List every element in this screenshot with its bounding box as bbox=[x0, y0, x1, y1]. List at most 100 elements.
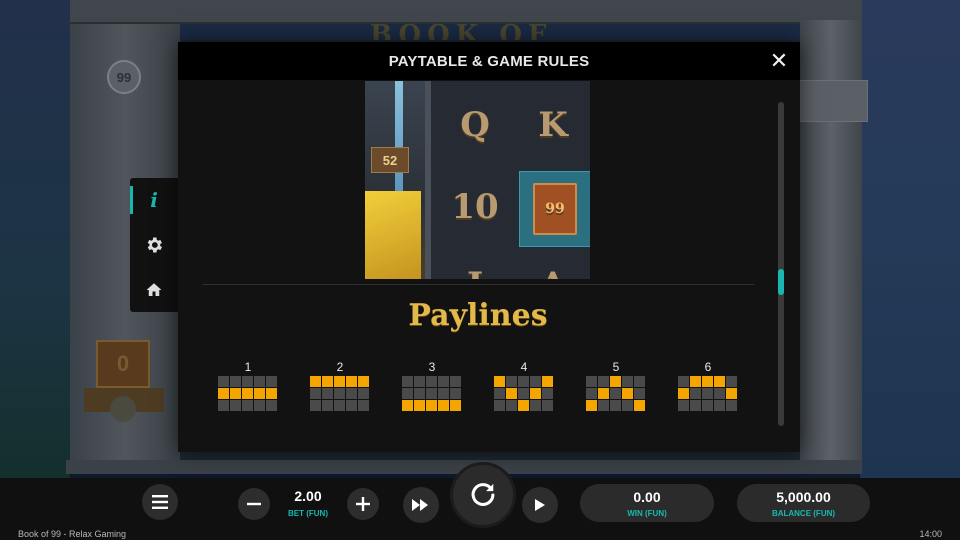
spin-button[interactable] bbox=[450, 462, 516, 528]
payline-cell bbox=[310, 388, 321, 399]
scrollbar[interactable] bbox=[778, 102, 784, 426]
right-pillar bbox=[796, 20, 868, 470]
payline-cell bbox=[218, 400, 229, 411]
payline-3: 3 bbox=[402, 360, 462, 411]
hamburger-icon bbox=[152, 495, 168, 509]
menu-button[interactable] bbox=[142, 484, 178, 520]
clock: 14:00 bbox=[919, 529, 942, 539]
boat-multiplier: 52 bbox=[371, 147, 409, 173]
payline-pattern bbox=[402, 376, 462, 411]
payline-cell-active bbox=[218, 388, 229, 399]
close-icon: ✕ bbox=[769, 48, 789, 73]
payline-5: 5 bbox=[586, 360, 646, 411]
payline-cell bbox=[310, 400, 321, 411]
payline-cell bbox=[450, 376, 461, 387]
payline-cell bbox=[726, 376, 737, 387]
payline-cell-active bbox=[438, 400, 449, 411]
win-label: WIN (FUN) bbox=[627, 509, 667, 518]
symbol-k: K bbox=[538, 105, 568, 145]
collect-counter: 0 bbox=[96, 340, 150, 388]
payline-cell bbox=[610, 388, 621, 399]
payline-cell-active bbox=[634, 400, 645, 411]
side-menu-info[interactable]: i bbox=[130, 178, 178, 222]
book-symbol: 99 bbox=[519, 171, 590, 247]
payline-cell bbox=[634, 376, 645, 387]
payline-cell-active bbox=[518, 400, 529, 411]
payline-cell bbox=[598, 376, 609, 387]
fast-forward-icon bbox=[412, 499, 428, 511]
autoplay-button[interactable] bbox=[522, 487, 558, 523]
payline-cell-active bbox=[622, 388, 633, 399]
payline-pattern bbox=[678, 376, 738, 411]
decrease-bet-button[interactable] bbox=[238, 488, 270, 520]
payline-cell bbox=[322, 400, 333, 411]
payline-cell-active bbox=[598, 388, 609, 399]
side-menu-home[interactable] bbox=[130, 268, 178, 312]
payline-cell-active bbox=[690, 376, 701, 387]
win-display: 0.00 WIN (FUN) bbox=[580, 484, 714, 522]
book-icon: 99 bbox=[533, 183, 577, 235]
paytable-modal: PAYTABLE & GAME RULES ✕ 52 Q K 10 99 J A… bbox=[178, 42, 800, 452]
payline-cell-active bbox=[530, 388, 541, 399]
payline-cell-active bbox=[254, 388, 265, 399]
scrollbar-thumb[interactable] bbox=[778, 269, 784, 295]
bottom-control-bar: 2.00 BET (FUN) 0.00 WIN (FUN) 5,000.00 B… bbox=[0, 462, 960, 540]
payline-cell-active bbox=[494, 376, 505, 387]
payline-cell bbox=[414, 376, 425, 387]
payline-cell bbox=[402, 388, 413, 399]
game-name-footer: Book of 99 - Relax Gaming bbox=[18, 529, 127, 539]
balance-value: 5,000.00 bbox=[776, 489, 831, 505]
payline-number: 6 bbox=[704, 360, 712, 374]
play-icon bbox=[535, 499, 545, 511]
payline-1: 1 bbox=[218, 360, 278, 411]
payline-cell bbox=[610, 400, 621, 411]
payline-cell bbox=[518, 388, 529, 399]
payline-6: 6 bbox=[678, 360, 738, 411]
game-logo: BOOK OF 99 bbox=[370, 20, 553, 42]
payline-pattern bbox=[218, 376, 278, 411]
payline-number: 3 bbox=[428, 360, 436, 374]
payline-cell bbox=[586, 376, 597, 387]
preview-symbol-grid: Q K 10 99 J A bbox=[431, 81, 590, 279]
payline-cell bbox=[586, 388, 597, 399]
payline-cell bbox=[426, 388, 437, 399]
payline-cell bbox=[254, 400, 265, 411]
payline-cell bbox=[254, 376, 265, 387]
increase-bet-button[interactable] bbox=[347, 488, 379, 520]
payline-pattern bbox=[586, 376, 646, 411]
payline-cell bbox=[634, 388, 645, 399]
payline-cell bbox=[230, 376, 241, 387]
payline-cell-active bbox=[426, 400, 437, 411]
payline-cell bbox=[678, 400, 689, 411]
symbol-j: J bbox=[445, 255, 505, 279]
payline-cell-active bbox=[266, 388, 277, 399]
payline-cell bbox=[450, 388, 461, 399]
payline-pattern bbox=[310, 376, 370, 411]
payline-cell bbox=[598, 400, 609, 411]
bet-label: BET (FUN) bbox=[288, 509, 328, 518]
side-menu-settings[interactable] bbox=[130, 223, 178, 267]
modal-title: PAYTABLE & GAME RULES bbox=[388, 52, 590, 70]
minus-icon bbox=[247, 502, 261, 506]
payline-number: 1 bbox=[244, 360, 252, 374]
payline-cell bbox=[438, 376, 449, 387]
payline-cell bbox=[426, 376, 437, 387]
payline-cell bbox=[542, 400, 553, 411]
balance-label: BALANCE (FUN) bbox=[771, 509, 836, 518]
payline-cell bbox=[518, 376, 529, 387]
payline-cell-active bbox=[506, 388, 517, 399]
payline-cell-active bbox=[586, 400, 597, 411]
payline-cell bbox=[702, 400, 713, 411]
turbo-button[interactable] bbox=[403, 487, 439, 523]
payline-cell-active bbox=[450, 400, 461, 411]
close-button[interactable]: ✕ bbox=[768, 50, 790, 72]
payline-cell bbox=[402, 376, 413, 387]
payline-cell-active bbox=[346, 376, 357, 387]
payline-cell bbox=[690, 388, 701, 399]
payline-number: 5 bbox=[612, 360, 620, 374]
payline-cell-active bbox=[230, 388, 241, 399]
payline-cell bbox=[530, 376, 541, 387]
payline-4: 4 bbox=[494, 360, 554, 411]
scenery-right bbox=[860, 0, 960, 478]
payline-cell-active bbox=[714, 376, 725, 387]
